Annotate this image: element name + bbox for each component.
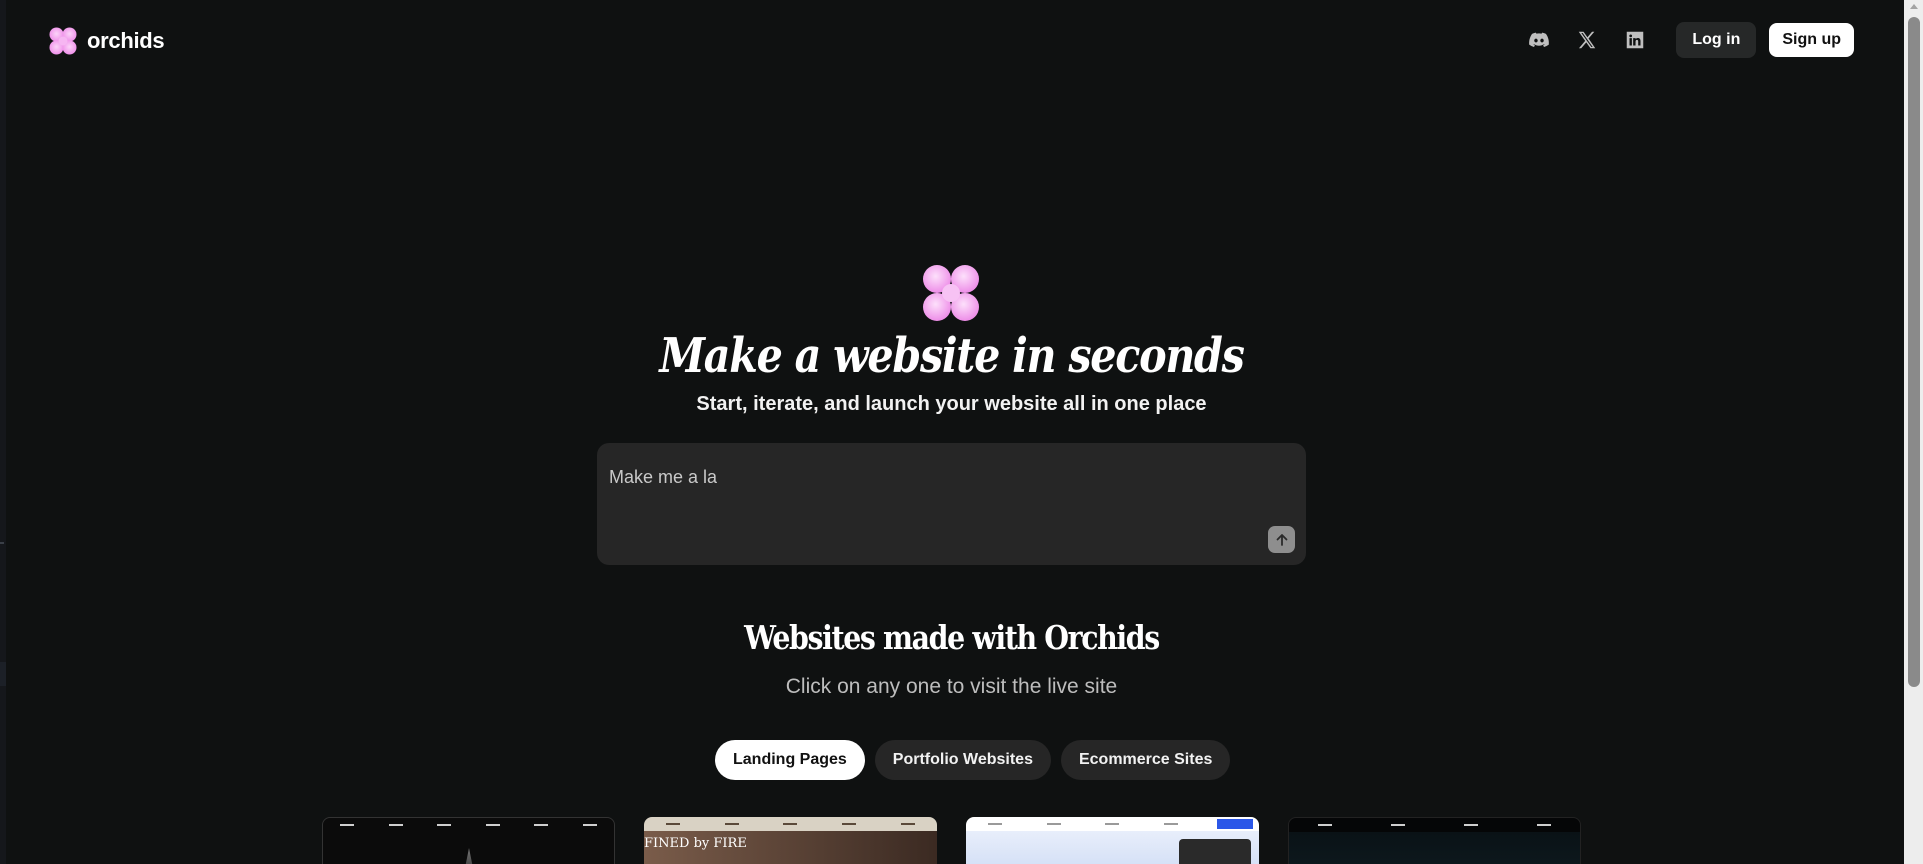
linkedin-icon bbox=[1627, 31, 1644, 49]
category-tabs: Landing Pages Portfolio Websites Ecommer… bbox=[715, 740, 1231, 780]
website-card[interactable] bbox=[966, 817, 1259, 864]
showcase-cards: FINED by FIRE bbox=[322, 817, 1581, 864]
website-card[interactable]: FINED by FIRE bbox=[644, 817, 937, 864]
orchid-flower-icon bbox=[923, 265, 979, 321]
prompt-input[interactable] bbox=[609, 457, 1289, 497]
website-card[interactable] bbox=[1288, 817, 1581, 864]
discord-icon bbox=[1529, 32, 1550, 47]
card-thumbnail-nav bbox=[644, 821, 937, 829]
showcase-subtitle: Click on any one to visit the live site bbox=[785, 675, 1118, 698]
login-button[interactable]: Log in bbox=[1676, 22, 1757, 58]
card-thumbnail-button bbox=[1217, 819, 1253, 829]
header-actions: Log in Sign up bbox=[1526, 22, 1854, 58]
hero-subtitle: Start, iterate, and launch your website … bbox=[696, 393, 1207, 415]
arrow-up-icon bbox=[1276, 533, 1287, 546]
brand-logo[interactable]: orchids bbox=[48, 26, 165, 56]
left-window-edge bbox=[0, 0, 6, 864]
scroll-up-icon[interactable] bbox=[1910, 4, 1918, 9]
scrollbar-thumb[interactable] bbox=[1908, 17, 1920, 687]
card-thumbnail-nav bbox=[323, 822, 614, 830]
brand-name: orchids bbox=[87, 28, 165, 53]
card-thumbnail-image bbox=[1289, 832, 1580, 864]
linkedin-link[interactable] bbox=[1622, 27, 1648, 53]
orchid-flower-icon bbox=[49, 27, 77, 55]
card-thumbnail-image bbox=[463, 848, 475, 864]
page-scrollbar[interactable] bbox=[1904, 0, 1923, 864]
card-thumbnail-nav bbox=[966, 821, 1259, 829]
showcase-title: Websites made with Orchids bbox=[744, 618, 1160, 657]
prompt-box bbox=[597, 443, 1306, 565]
hero-title: Make a website in seconds bbox=[659, 328, 1244, 384]
tab-landing-pages[interactable]: Landing Pages bbox=[715, 740, 865, 780]
card-thumbnail-heading: FINED by FIRE bbox=[644, 836, 747, 851]
x-icon bbox=[1579, 31, 1596, 49]
tab-portfolio-websites[interactable]: Portfolio Websites bbox=[874, 740, 1051, 780]
card-thumbnail-nav bbox=[1289, 822, 1580, 830]
x-link[interactable] bbox=[1574, 27, 1600, 53]
discord-link[interactable] bbox=[1526, 27, 1552, 53]
edge-marker bbox=[0, 542, 4, 544]
tab-ecommerce-sites[interactable]: Ecommerce Sites bbox=[1060, 740, 1231, 780]
card-thumbnail-photo bbox=[1179, 839, 1251, 864]
signup-button[interactable]: Sign up bbox=[1769, 23, 1854, 57]
website-card[interactable] bbox=[322, 817, 615, 864]
send-button[interactable] bbox=[1268, 526, 1295, 553]
